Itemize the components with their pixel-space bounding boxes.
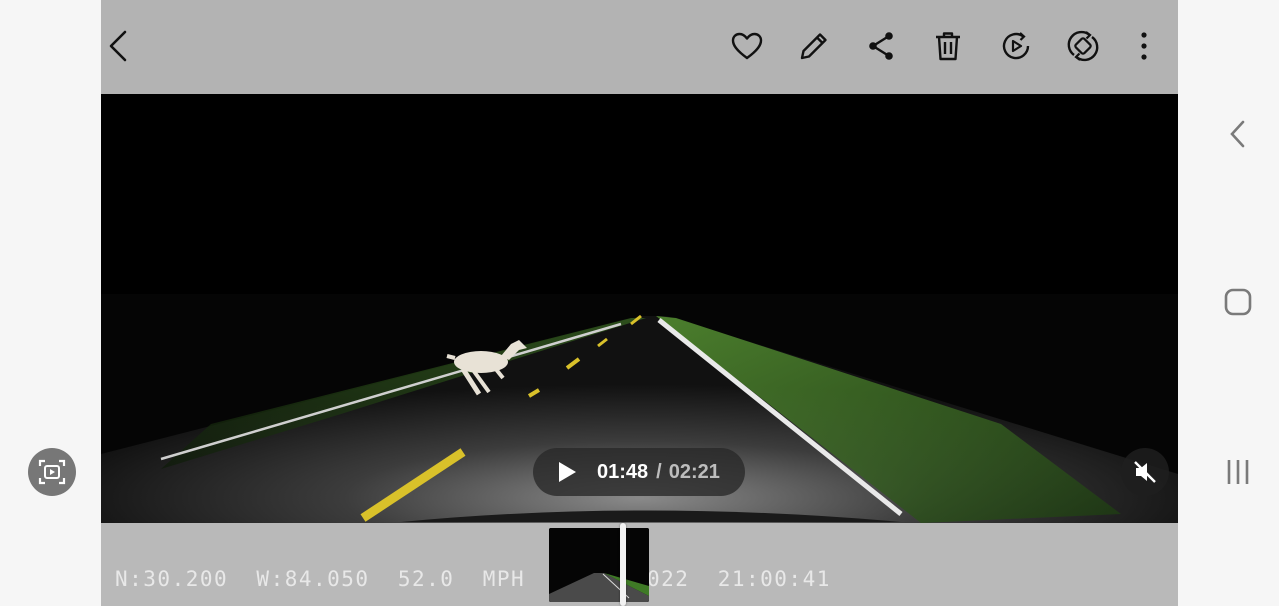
- muted-speaker-icon: [1134, 461, 1156, 483]
- favorite-button[interactable]: [728, 27, 766, 65]
- dashcam-overlay-right: 022 21:00:41: [647, 567, 831, 591]
- edit-icon: [800, 33, 827, 60]
- remaster-button[interactable]: [997, 27, 1035, 65]
- timeline-bar[interactable]: N:30.200 W:84.050 52.0 MPH 022 21:00:41: [101, 523, 1178, 606]
- edit-button[interactable]: [795, 27, 833, 65]
- video-frame[interactable]: 01:48 / 02:21: [101, 94, 1178, 523]
- remaster-icon: [1002, 32, 1030, 60]
- more-icon: [1141, 32, 1147, 60]
- top-toolbar: [101, 0, 1178, 94]
- nav-recents-icon: [1227, 460, 1249, 484]
- back-icon: [109, 30, 127, 62]
- time-separator: /: [656, 460, 662, 483]
- total-time: 02:21: [668, 460, 720, 483]
- thumbnail-scene: [549, 528, 649, 602]
- nav-back-button[interactable]: [1220, 116, 1256, 152]
- scrubber-handle[interactable]: [620, 523, 626, 606]
- current-time: 01:48: [597, 460, 649, 483]
- back-button[interactable]: [101, 27, 139, 65]
- capture-button[interactable]: [28, 448, 76, 496]
- share-button[interactable]: [862, 27, 900, 65]
- auto-rotate-button[interactable]: [1064, 27, 1102, 65]
- delete-icon: [936, 32, 960, 61]
- nav-home-button[interactable]: [1220, 284, 1256, 320]
- delete-button[interactable]: [929, 27, 967, 65]
- mute-button[interactable]: [1121, 448, 1169, 496]
- more-button[interactable]: [1125, 27, 1163, 65]
- capture-frame-icon: [38, 459, 66, 485]
- gallery-video-viewer: 01:48 / 02:21 N:30.200 W:84.050 52.0 MPH…: [101, 0, 1178, 606]
- nav-back-icon: [1230, 120, 1245, 148]
- share-icon: [869, 32, 893, 60]
- nav-recents-button[interactable]: [1220, 454, 1256, 490]
- play-icon[interactable]: [555, 460, 579, 484]
- dashcam-overlay-left: N:30.200 W:84.050 52.0 MPH: [115, 567, 526, 591]
- timeline-thumbnail[interactable]: [549, 528, 649, 602]
- auto-rotate-icon: [1067, 30, 1099, 62]
- nav-home-icon: [1224, 288, 1252, 316]
- heart-icon: [731, 32, 763, 60]
- playback-pill: 01:48 / 02:21: [533, 448, 745, 496]
